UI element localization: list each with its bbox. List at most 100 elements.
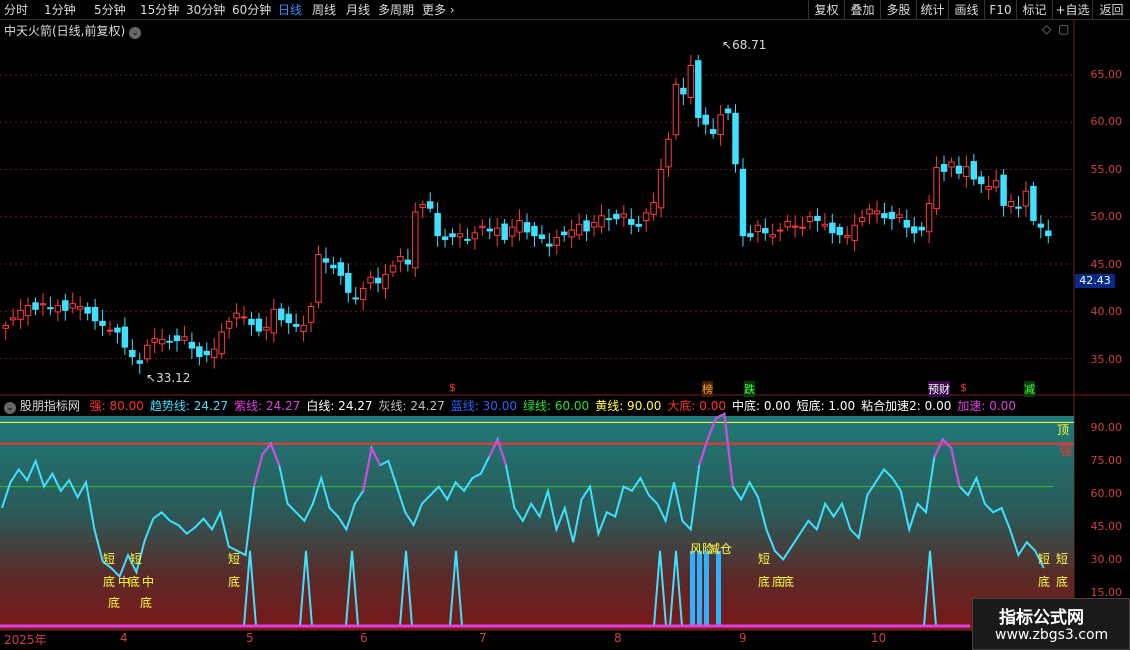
ind-y-tick: 90.00 [1090, 421, 1123, 434]
mark-button[interactable]: 标记 [1016, 0, 1052, 20]
period-tab-intraday[interactable]: 分时 [4, 2, 28, 18]
legend-item: 灰线: 24.27 [378, 399, 445, 413]
period-tab-daily[interactable]: 日线 [278, 2, 302, 18]
adjust-button[interactable]: 复权 [808, 0, 844, 20]
candle-body [1015, 206, 1022, 209]
more-label: 更多 [422, 3, 447, 17]
period-tab-60min[interactable]: 60分钟 [232, 2, 271, 18]
candle-body [628, 219, 635, 225]
y-tick-label: 55.00 [1090, 163, 1123, 176]
candle-body [1030, 185, 1037, 222]
event-mark[interactable]: 预财 [928, 381, 950, 397]
multi-stock-button[interactable]: 多股 [880, 0, 916, 20]
chart-canvas[interactable] [0, 20, 1130, 650]
chevron-down-icon[interactable]: ⌄ [4, 402, 16, 414]
candle-body [337, 262, 345, 276]
signal-bar [690, 550, 695, 626]
candle-body [843, 235, 851, 238]
candle-body [1000, 174, 1007, 206]
candle-body [546, 243, 553, 247]
candle-body [553, 237, 561, 246]
candle-body [218, 331, 225, 355]
candle-body [412, 211, 419, 269]
price-pane[interactable] [0, 20, 1074, 394]
current-price-tag: 42.43 [1075, 274, 1115, 288]
candle-body [635, 223, 642, 227]
indicator-pane[interactable] [0, 416, 1074, 630]
more-periods-button[interactable]: 更多 › [422, 2, 455, 18]
period-tab-multi[interactable]: 多周期 [378, 2, 414, 18]
ind-y-tick: 75.00 [1090, 454, 1123, 467]
period-tab-15min[interactable]: 15分钟 [140, 2, 179, 18]
stock-title-text: 中天火箭(日线,前复权) [4, 24, 126, 38]
period-tab-30min[interactable]: 30分钟 [186, 2, 225, 18]
indicator-name: 股朋指标网 [19, 399, 80, 413]
event-mark[interactable]: $ [960, 381, 967, 394]
candle-body [933, 167, 940, 210]
window-icon[interactable]: ▢ [1058, 22, 1069, 36]
x-tick-label: 8 [614, 631, 622, 645]
period-tab-5min[interactable]: 5分钟 [94, 2, 126, 18]
candle-body [583, 220, 590, 232]
candle-body [493, 227, 501, 236]
candle-body [434, 213, 441, 237]
overlay-button[interactable]: 叠加 [844, 0, 880, 20]
candle-body [806, 216, 814, 223]
candle-body [538, 234, 546, 239]
period-tab-weekly[interactable]: 周线 [312, 2, 336, 18]
y-tick-label: 60.00 [1090, 115, 1123, 128]
event-mark[interactable]: $ [449, 381, 456, 394]
candle-body [121, 326, 129, 348]
candle-body [1007, 201, 1015, 207]
candle-body [791, 225, 799, 228]
event-mark[interactable]: 榜 [702, 381, 713, 397]
candle-body [47, 307, 54, 310]
candle-body [903, 220, 911, 228]
event-mark[interactable]: 跌 [744, 381, 755, 397]
candle-body [374, 277, 382, 284]
x-tick-label: 10 [871, 631, 887, 645]
high-price-label: ↖68.71 [722, 38, 766, 52]
stats-button[interactable]: 统计 [916, 0, 948, 20]
candle-body [992, 180, 1000, 188]
candle-body [851, 224, 858, 241]
candle-body [419, 203, 426, 208]
chevron-down-icon[interactable]: ⌄ [129, 27, 142, 39]
legend-item: 白线: 24.27 [306, 399, 373, 413]
candle-body [724, 108, 732, 114]
candle-body [278, 308, 285, 321]
indicator-annotation: 底 [108, 596, 121, 610]
candle-body [99, 320, 106, 326]
draw-line-button[interactable]: 画线 [948, 0, 984, 20]
event-mark[interactable]: 减 [1024, 381, 1035, 397]
back-button[interactable]: 返回 [1092, 0, 1130, 20]
f10-button[interactable]: F10 [984, 0, 1016, 20]
indicator-legend: ⌄ 股朋指标网 强: 80.00 趋势线: 24.27 紫线: 24.27 白线: 2… [4, 397, 1016, 414]
strong-level-label: 强 [1060, 444, 1073, 458]
candle-body [620, 213, 628, 218]
candle-body [456, 233, 464, 238]
y-tick-label: 35.00 [1090, 353, 1123, 366]
candle-body [1022, 190, 1030, 207]
candle-body [948, 161, 955, 168]
candle-body [501, 223, 508, 240]
x-tick-label: 9 [739, 631, 747, 645]
candle-body [955, 165, 963, 174]
legend-item: 强: 80.00 [89, 399, 144, 413]
candle-body [978, 176, 985, 185]
indicator-annotation: 中 [142, 575, 155, 589]
candle-body [717, 114, 724, 136]
period-tab-monthly[interactable]: 月线 [346, 2, 370, 18]
candle-body [464, 238, 471, 241]
period-tab-1min[interactable]: 1分钟 [44, 2, 76, 18]
candle-body [881, 213, 888, 219]
add-favorite-button[interactable]: +自选 [1052, 0, 1092, 20]
candle-body [568, 229, 575, 238]
candle-body [925, 203, 933, 233]
candle-body [508, 226, 516, 237]
signal-bar [704, 550, 709, 626]
indicator-annotation: 短 [103, 552, 116, 566]
candle-body [166, 340, 173, 343]
candle-body [739, 168, 747, 237]
diamond-icon[interactable]: ◇ [1042, 22, 1051, 36]
